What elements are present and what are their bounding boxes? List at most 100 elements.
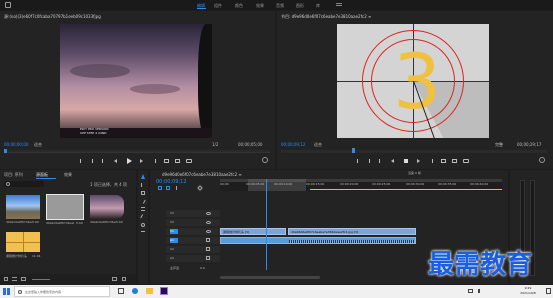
notification-icon[interactable] xyxy=(546,288,551,294)
step-forward-icon[interactable] xyxy=(140,159,143,163)
clip-a1[interactable] xyxy=(220,237,416,244)
program-playhead[interactable] xyxy=(352,148,355,153)
project-item-3[interactable]: 通用倒计时片头 11:01 xyxy=(6,232,42,264)
mute-icon[interactable] xyxy=(206,256,210,260)
play-icon[interactable] xyxy=(127,158,132,164)
p-mark-in-icon[interactable] xyxy=(357,159,360,163)
cloud-shape-2 xyxy=(130,84,180,94)
menu-item-graphics[interactable]: 图形 xyxy=(296,3,304,8)
track-select-icon[interactable] xyxy=(141,183,145,187)
project-count-label: 1 项已选择，共 4 项 xyxy=(90,182,127,187)
leader-cross-h xyxy=(6,242,40,243)
source-fraction-select[interactable]: 1/2 xyxy=(212,142,228,147)
program-tab-label[interactable]: 节目: d9e96d0e6f07c6eabe7e3810aae2fc2 ≡ xyxy=(281,14,451,19)
project-item-duration: 5:00 xyxy=(76,221,83,225)
project-tab-1[interactable]: 源面板 xyxy=(36,172,60,177)
timeline-tab-label[interactable]: d9e96d0e6f07c6eabe7e3810aae2fc2 ≡ xyxy=(162,172,282,177)
volume-icon[interactable] xyxy=(478,289,482,293)
ruler-label-8: 00;00;40;00 xyxy=(470,182,489,186)
timeline-scroll[interactable] xyxy=(220,276,320,279)
track-label-v1: V1 xyxy=(170,229,178,234)
overwrite-icon[interactable] xyxy=(175,159,180,163)
project-tab-0[interactable]: 项目: 序列 xyxy=(4,172,30,177)
program-settings-icon[interactable] xyxy=(539,157,545,163)
master-value[interactable]: 0.0 xyxy=(200,266,212,271)
snap-icon[interactable] xyxy=(158,186,162,190)
new-bin-icon[interactable] xyxy=(112,277,117,281)
wrench-icon[interactable] xyxy=(197,185,203,191)
mute-icon[interactable] xyxy=(206,238,210,242)
p-stop-icon[interactable] xyxy=(404,159,408,163)
taskbar-search-box[interactable]: 在这里输入你要搜索的内容 xyxy=(14,286,110,297)
timeline-ruler[interactable]: 00;00 00;00;05;00 00;00;10;00 00;00;15;0… xyxy=(220,179,502,191)
eye-icon[interactable] xyxy=(206,212,211,215)
pen-icon[interactable] xyxy=(140,214,146,220)
project-tab-2[interactable]: 效果 xyxy=(64,172,84,177)
more-icon[interactable] xyxy=(336,3,342,6)
menu-item-assembly[interactable]: 组件 xyxy=(214,3,222,8)
premiere-taskbar-icon[interactable] xyxy=(160,287,168,295)
slip-icon[interactable] xyxy=(141,207,145,211)
menu-item-color[interactable]: 颜色 xyxy=(235,3,243,8)
program-fraction-select[interactable]: 完整 xyxy=(495,142,511,147)
mute-icon[interactable] xyxy=(206,247,210,251)
program-fit-select[interactable]: 适合 xyxy=(314,142,330,147)
eye-icon[interactable] xyxy=(206,221,211,224)
project-item-1[interactable]: d9e9c0e6f07c6eabe7e... 5:00 xyxy=(46,194,86,228)
p-step-forward-icon[interactable] xyxy=(417,159,420,163)
hand-icon[interactable] xyxy=(141,223,145,227)
p-mark-out-icon[interactable] xyxy=(367,159,370,163)
edge-icon[interactable] xyxy=(132,288,138,294)
taskview-icon[interactable] xyxy=(118,288,124,294)
project-footer xyxy=(0,274,136,284)
extract-icon[interactable] xyxy=(452,159,457,163)
p-step-back-icon[interactable] xyxy=(391,159,394,163)
explorer-icon[interactable] xyxy=(146,288,153,294)
source-settings-icon[interactable] xyxy=(262,157,268,163)
master-label: 主声道 xyxy=(170,266,180,270)
razor-icon[interactable] xyxy=(140,198,146,204)
start-icon[interactable] xyxy=(3,288,10,295)
mark-out-icon[interactable] xyxy=(90,159,93,163)
p-export-frame-icon[interactable] xyxy=(463,159,469,163)
selection-tool-icon[interactable] xyxy=(141,174,145,179)
clip-v1-left[interactable]: 通用倒计时片头 [V] xyxy=(220,228,286,235)
p-go-to-out-icon[interactable] xyxy=(429,159,433,163)
export-frame-icon[interactable] xyxy=(186,159,192,163)
trash-icon[interactable] xyxy=(122,277,126,281)
type-icon[interactable] xyxy=(141,231,145,235)
playhead-line[interactable] xyxy=(266,179,267,270)
go-to-out-icon[interactable] xyxy=(152,159,156,163)
track-label-a3: A3 xyxy=(170,256,174,260)
marker-icon[interactable] xyxy=(176,186,179,190)
menu-item-audio[interactable]: 音频 xyxy=(276,3,284,8)
menu-item-libraries[interactable]: 库 xyxy=(316,3,320,8)
lock-icon[interactable] xyxy=(4,277,8,281)
timeline-timecode[interactable]: 00;00;09;12 xyxy=(156,179,196,185)
step-back-icon[interactable] xyxy=(114,159,117,163)
insert-icon[interactable] xyxy=(164,159,169,163)
menu-item-effects[interactable]: 效果 xyxy=(256,3,264,8)
list-view-icon[interactable] xyxy=(12,277,17,281)
zoom-slider[interactable] xyxy=(32,279,50,280)
project-search-input[interactable] xyxy=(4,181,44,187)
project-item-2[interactable]: d9e9c0e6f07c6eabe7e... 5:00 xyxy=(90,195,126,227)
source-scrubber[interactable] xyxy=(4,150,270,153)
search-icon xyxy=(18,290,22,294)
program-scrubber[interactable] xyxy=(281,150,547,153)
source-tab-label[interactable]: 源:(no)(3)e60f7c0fcaba70797b1eeb09c1033fj… xyxy=(4,14,174,19)
source-video-frame xyxy=(60,24,212,138)
ripple-edit-icon[interactable] xyxy=(141,191,145,195)
mark-in-icon[interactable] xyxy=(80,159,83,163)
project-item-0[interactable]: d9e9c0e6f07c6eabe7e... 5:00 xyxy=(6,195,42,227)
clip-v1-right[interactable]: d9e96d0e6f07c6eabe7e3810aae2fc2.jpg [V] xyxy=(288,228,416,235)
source-fit-select[interactable]: 适合 xyxy=(34,142,50,147)
icon-view-icon[interactable] xyxy=(21,277,26,281)
source-playhead[interactable] xyxy=(4,149,7,153)
home-icon[interactable] xyxy=(5,2,11,8)
lift-icon[interactable] xyxy=(441,159,446,163)
eye-icon[interactable] xyxy=(206,230,211,233)
p-go-to-in-icon[interactable] xyxy=(379,159,383,163)
linked-select-icon[interactable] xyxy=(166,186,170,190)
go-to-in-icon[interactable] xyxy=(102,159,106,163)
